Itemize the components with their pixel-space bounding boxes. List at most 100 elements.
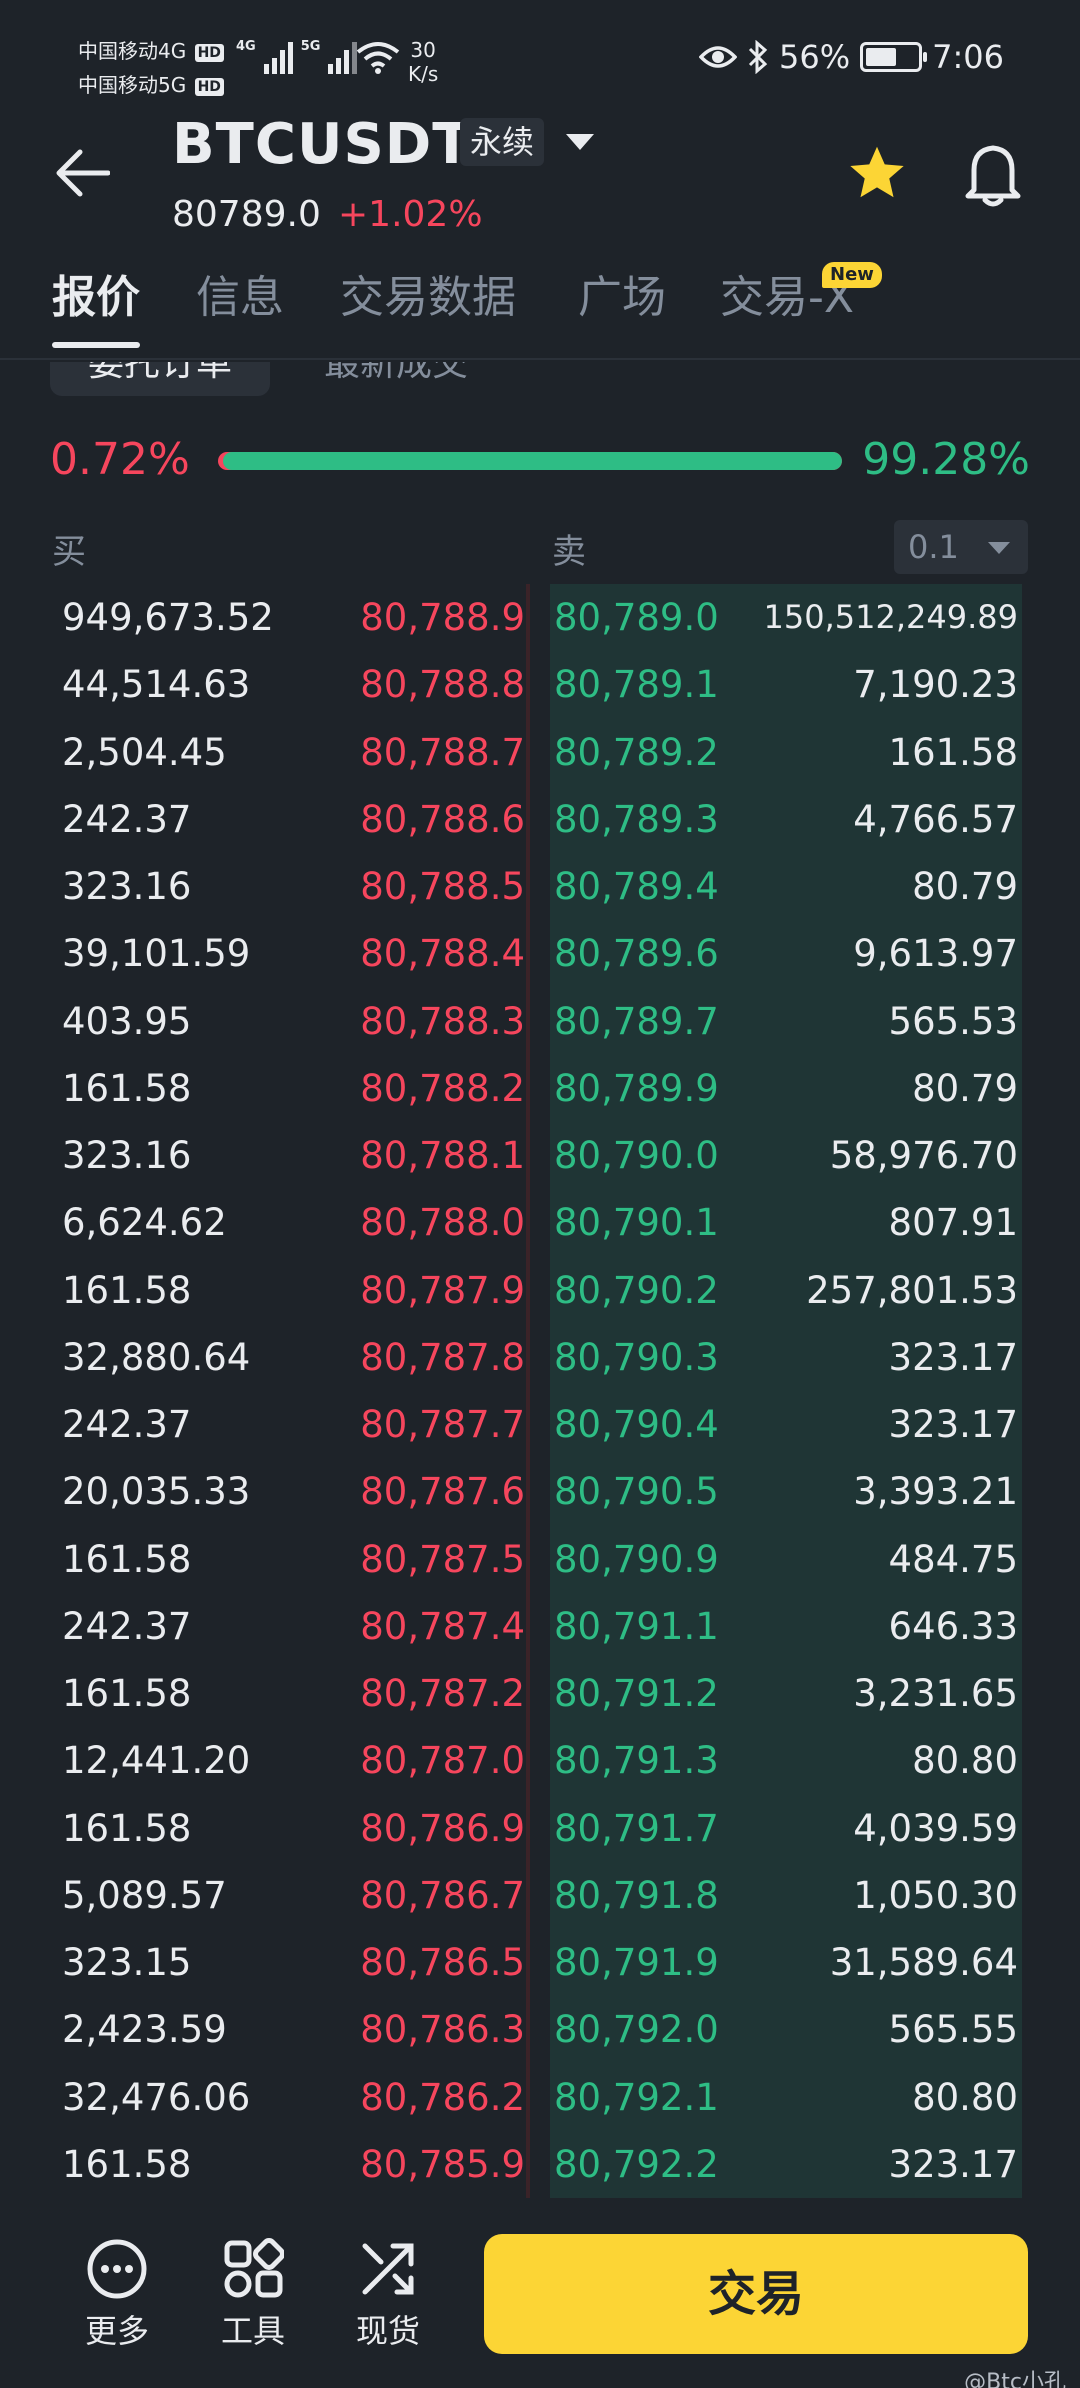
hd-badge: HD [194, 77, 224, 96]
bid-qty: 5,089.57 [62, 1873, 227, 1917]
ask-qty: 4,766.57 [853, 797, 1018, 841]
bell-icon[interactable] [962, 140, 1024, 208]
symbol-title[interactable]: BTCUSDT [172, 112, 471, 177]
subtab-latest-trades[interactable]: 最新成交 [324, 362, 468, 396]
bid-price: 80,788.9 [360, 596, 525, 639]
order-book-row[interactable]: 2,504.45 80,788.7 80,789.2 161.58 [0, 719, 1080, 787]
bid-price: 80,788.5 [360, 865, 525, 908]
order-book-row[interactable]: 6,624.62 80,788.0 80,790.1 807.91 [0, 1189, 1080, 1257]
book-subtabs: 委托订单 最新成交 [0, 362, 1080, 398]
tab-info[interactable]: 信息 [196, 268, 284, 328]
trade-button[interactable]: 交易 [484, 2234, 1028, 2354]
order-book-row[interactable]: 161.58 80,785.9 80,792.2 323.17 [0, 2131, 1080, 2199]
ask-qty: 9,613.97 [853, 932, 1018, 976]
bid-price: 80,787.7 [360, 1403, 525, 1446]
ask-price: 80,791.9 [554, 1941, 719, 1984]
bid-qty: 161.58 [62, 2142, 192, 2186]
ask-qty: 31,589.64 [829, 1941, 1018, 1984]
ask-price: 80,791.1 [554, 1604, 719, 1648]
ask-price: 80,790.2 [554, 1268, 719, 1312]
back-arrow-icon[interactable] [54, 148, 110, 198]
bid-price: 80,786.7 [360, 1873, 525, 1917]
order-book-row[interactable]: 12,441.20 80,787.0 80,791.3 80.80 [0, 1727, 1080, 1795]
ask-qty: 80.80 [912, 2075, 1018, 2119]
bid-price: 80,788.8 [360, 663, 525, 707]
order-book-row[interactable]: 5,089.57 80,786.7 80,791.8 1,050.30 [0, 1862, 1080, 1930]
order-book-row[interactable]: 32,476.06 80,786.2 80,792.1 80.80 [0, 2064, 1080, 2132]
ask-qty: 323.17 [888, 1335, 1018, 1379]
net-4g-label: 4G [236, 39, 256, 54]
order-book-row[interactable]: 44,514.63 80,788.8 80,789.1 7,190.23 [0, 651, 1080, 719]
order-book-row[interactable]: 242.37 80,787.4 80,791.1 646.33 [0, 1593, 1080, 1661]
ask-qty: 565.53 [888, 999, 1018, 1043]
tools-button[interactable]: 工具 [208, 2238, 298, 2352]
order-book-row[interactable]: 161.58 80,787.5 80,790.9 484.75 [0, 1526, 1080, 1594]
ask-qty: 3,231.65 [853, 1672, 1018, 1715]
order-book-row[interactable]: 20,035.33 80,787.6 80,790.5 3,393.21 [0, 1458, 1080, 1526]
tab-square[interactable]: 广场 [578, 268, 666, 328]
main-tabs: 报价 信息 交易数据 广场 交易-X [0, 268, 1080, 360]
precision-select[interactable]: 0.1 [894, 520, 1028, 574]
order-book-row[interactable]: 403.95 80,788.3 80,789.7 565.53 [0, 988, 1080, 1056]
bid-price: 80,788.1 [360, 1134, 525, 1177]
order-book-row[interactable]: 32,880.64 80,787.8 80,790.3 323.17 [0, 1324, 1080, 1392]
caret-down-icon[interactable] [566, 134, 594, 150]
bid-qty: 323.16 [62, 865, 192, 908]
order-book-row[interactable]: 242.37 80,787.7 80,790.4 323.17 [0, 1391, 1080, 1459]
bottom-bar: 更多 工具 现货 交易 @Btc小孔 [0, 2198, 1080, 2388]
tab-quote[interactable]: 报价 [52, 268, 140, 348]
bid-qty: 949,673.52 [62, 596, 274, 639]
ask-qty: 3,393.21 [853, 1470, 1018, 1514]
tab-trading-data[interactable]: 交易数据 [340, 268, 516, 328]
watermark: @Btc小孔 [964, 2370, 1066, 2388]
bid-qty: 161.58 [62, 1066, 192, 1110]
bid-ratio-label: 0.72% [50, 434, 190, 485]
ask-price: 80,789.9 [554, 1066, 719, 1110]
ask-price: 80,792.0 [554, 2008, 719, 2052]
bid-price: 80,786.9 [360, 1806, 525, 1850]
order-book-row[interactable]: 323.16 80,788.1 80,790.0 58,976.70 [0, 1122, 1080, 1190]
bid-price: 80,786.5 [360, 1941, 525, 1984]
order-book-row[interactable]: 161.58 80,786.9 80,791.7 4,039.59 [0, 1795, 1080, 1863]
more-label: 更多 [84, 2312, 149, 2350]
ask-qty: 807.91 [888, 1201, 1018, 1245]
order-book-row[interactable]: 2,423.59 80,786.3 80,792.0 565.55 [0, 1996, 1080, 2064]
order-book: 949,673.52 80,788.9 80,789.0 150,512,249.89… [0, 584, 1080, 2198]
subtab-orders[interactable]: 委托订单 [50, 362, 270, 396]
spot-icon [362, 2243, 414, 2295]
ask-price: 80,789.6 [554, 932, 719, 976]
ask-qty: 161.58 [888, 730, 1018, 774]
order-book-row[interactable]: 323.15 80,786.5 80,791.9 31,589.64 [0, 1929, 1080, 1997]
new-badge: New [822, 262, 882, 288]
net-5g-label: 5G [300, 39, 321, 54]
speed-value: 30 [410, 38, 436, 62]
order-book-row[interactable]: 161.58 80,787.9 80,790.2 257,801.53 [0, 1257, 1080, 1325]
ask-ratio-label: 99.28% [862, 434, 1030, 485]
bid-price: 80,788.0 [360, 1201, 525, 1245]
more-button[interactable]: 更多 [72, 2238, 162, 2352]
order-book-row[interactable]: 242.37 80,788.6 80,789.3 4,766.57 [0, 786, 1080, 854]
ask-qty: 484.75 [888, 1537, 1018, 1581]
wifi-icon [356, 42, 400, 74]
order-book-row[interactable]: 161.58 80,787.2 80,791.2 3,231.65 [0, 1660, 1080, 1728]
ask-price: 80,791.2 [554, 1672, 719, 1715]
bid-price: 80,788.6 [360, 797, 525, 841]
ask-price: 80,790.1 [554, 1201, 719, 1245]
ask-price: 80,792.1 [554, 2075, 719, 2119]
bid-qty: 12,441.20 [62, 1739, 251, 1783]
star-icon[interactable] [844, 142, 910, 206]
bid-qty: 2,423.59 [62, 2008, 227, 2052]
ask-qty: 80.79 [912, 865, 1018, 908]
order-book-row[interactable]: 949,673.52 80,788.9 80,789.0 150,512,249.89 [0, 584, 1080, 652]
contract-type-tag[interactable]: 永续 [460, 118, 545, 166]
price-change-pct: +1.02% [338, 194, 483, 235]
order-book-row[interactable]: 39,101.59 80,788.4 80,789.6 9,613.97 [0, 920, 1080, 988]
bid-price: 80,788.2 [360, 1066, 525, 1110]
order-book-row[interactable]: 323.16 80,788.5 80,789.4 80.79 [0, 853, 1080, 921]
bid-qty: 39,101.59 [62, 932, 251, 976]
spot-button[interactable]: 现货 [343, 2238, 433, 2352]
bid-price: 80,788.4 [360, 932, 525, 976]
status-bar: 中国移动4G HD 中国移动5G HD 4G 5G 30 K/s 56% 7:0… [0, 0, 1080, 110]
order-book-row[interactable]: 161.58 80,788.2 80,789.9 80.79 [0, 1055, 1080, 1123]
ask-price: 80,791.3 [554, 1739, 719, 1783]
